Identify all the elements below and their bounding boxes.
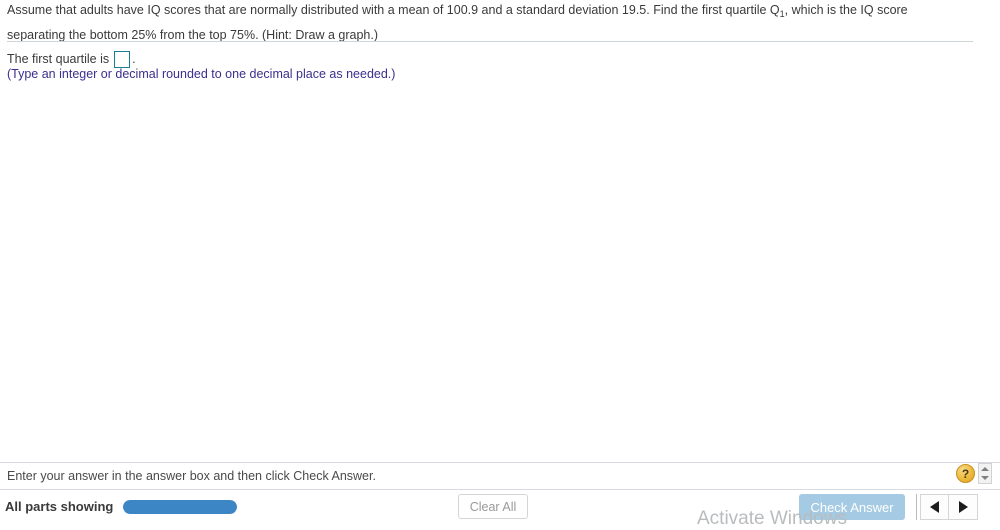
previous-question-button[interactable] xyxy=(920,494,949,520)
question-text-part-1: Assume that adults have IQ scores that a… xyxy=(7,3,780,17)
navigation-buttons xyxy=(916,494,978,520)
help-icon[interactable]: ? xyxy=(956,464,975,483)
question-divider xyxy=(7,41,973,42)
answer-input[interactable] xyxy=(114,50,131,68)
progress-bar-fill xyxy=(123,500,237,514)
clear-all-button[interactable]: Clear All xyxy=(458,494,528,519)
answer-row: The first quartile is . xyxy=(7,49,136,69)
answer-prompt-label: The first quartile is xyxy=(7,52,110,66)
triangle-down-icon[interactable] xyxy=(981,476,989,481)
triangle-up-icon[interactable] xyxy=(981,466,989,471)
scroll-spinner[interactable] xyxy=(978,463,992,484)
status-message: Enter your answer in the answer box and … xyxy=(7,469,376,483)
status-bar: Enter your answer in the answer box and … xyxy=(0,462,1000,489)
check-answer-button[interactable]: Check Answer xyxy=(799,494,905,520)
answer-period: . xyxy=(132,52,136,66)
arrow-left-icon xyxy=(930,501,939,513)
answer-format-hint: (Type an integer or decimal rounded to o… xyxy=(7,67,396,81)
help-cluster: ? xyxy=(956,463,992,484)
parts-showing-label: All parts showing xyxy=(5,499,114,514)
arrow-right-icon xyxy=(958,501,968,513)
next-question-button[interactable] xyxy=(949,494,978,520)
progress-bar xyxy=(123,500,237,514)
question-text: Assume that adults have IQ scores that a… xyxy=(7,0,945,46)
question-panel: Assume that adults have IQ scores that a… xyxy=(0,0,1000,455)
